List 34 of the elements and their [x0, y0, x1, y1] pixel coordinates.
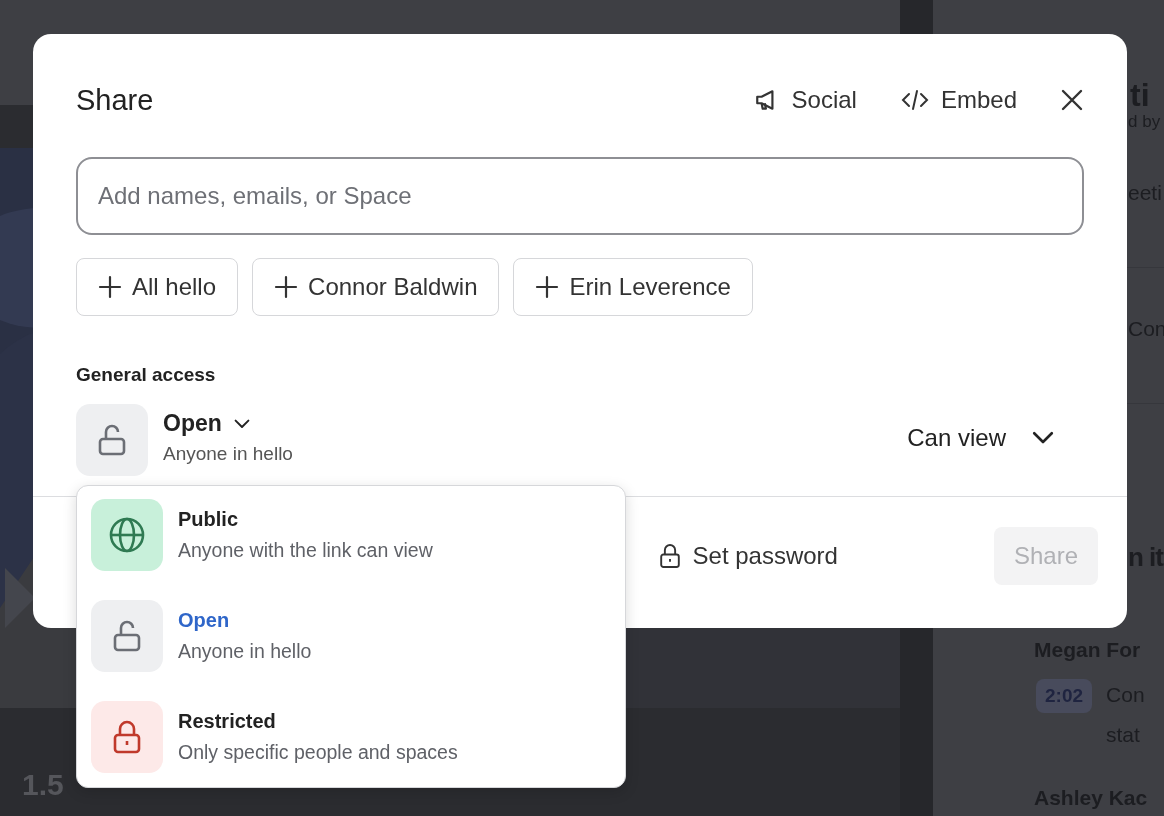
unlocked-padlock-icon [112, 619, 142, 653]
unlocked-padlock-icon [97, 423, 127, 457]
plus-icon [274, 275, 299, 299]
suggestion-chip[interactable]: All hello [76, 258, 239, 316]
invite-field[interactable]: Add names, emails, or Space [76, 157, 1084, 235]
close-icon [1061, 89, 1083, 111]
plus-icon [535, 275, 560, 299]
padlock-icon [112, 719, 142, 755]
permission-dropdown[interactable]: Can view [907, 424, 1084, 452]
access-option[interactable]: Open Anyone in hello [77, 600, 625, 672]
chevron-down-icon [233, 418, 250, 429]
padlock-icon [658, 542, 681, 570]
suggestion-chip[interactable]: Connor Baldwin [252, 258, 500, 316]
close-button[interactable] [1061, 89, 1083, 111]
suggestion-chip[interactable]: Erin Leverence [513, 258, 753, 316]
access-description: Anyone in hello [163, 443, 293, 465]
globe-icon [108, 516, 146, 554]
set-password-button[interactable]: Set password [652, 541, 844, 571]
access-option[interactable]: Restricted Only specific people and spaces [77, 701, 625, 773]
option-title: Restricted [178, 710, 277, 733]
access-level-dropdown[interactable]: Open [163, 410, 250, 437]
plus-icon [98, 275, 122, 299]
chevron-down-icon [1032, 431, 1054, 445]
social-button[interactable]: Social [753, 86, 857, 114]
option-description: Anyone with the link can view [178, 539, 433, 562]
embed-button[interactable]: Embed [900, 86, 1017, 114]
option-description: Anyone in hello [178, 640, 312, 663]
option-title: Open [178, 609, 231, 632]
dialog-title: Share [76, 83, 155, 117]
access-option[interactable]: Public Anyone with the link can view [77, 499, 625, 571]
option-title: Public [178, 508, 239, 531]
option-description: Only specific people and spaces [178, 741, 458, 764]
code-icon [900, 87, 929, 113]
section-label: General access [75, 363, 217, 386]
